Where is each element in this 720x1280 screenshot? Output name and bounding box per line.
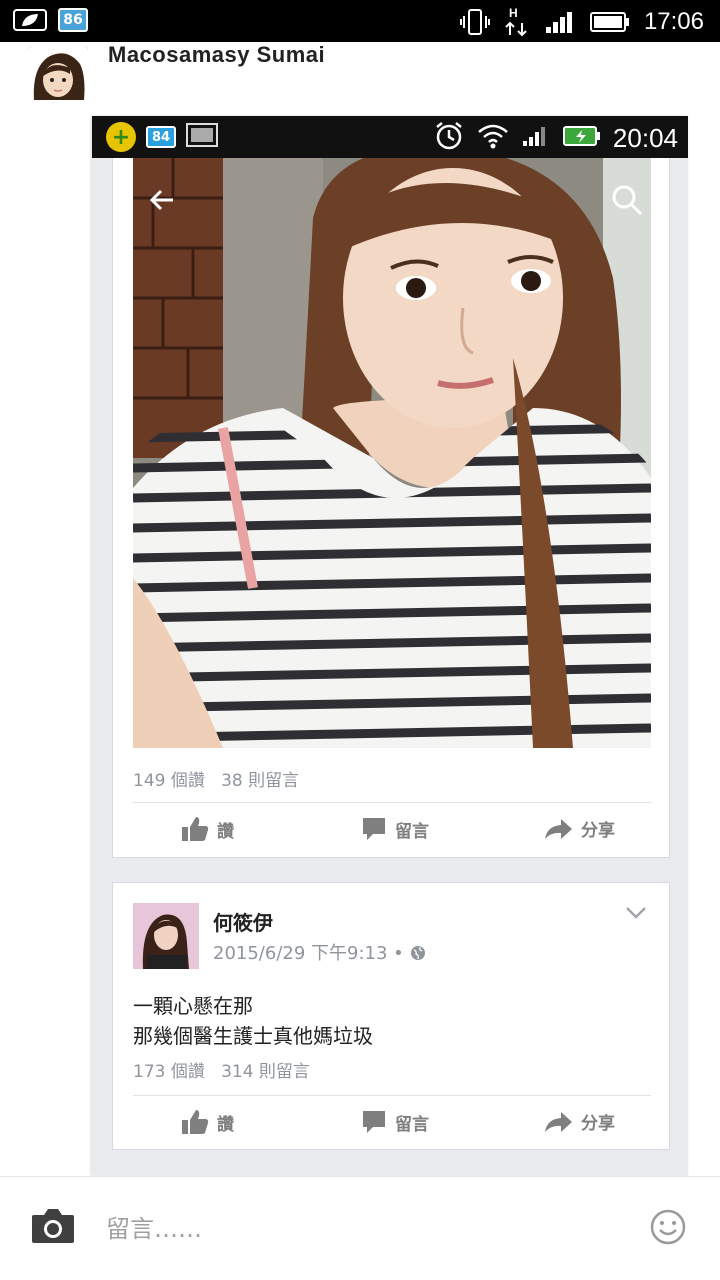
alarm-icon — [433, 120, 465, 156]
battery-icon — [589, 11, 630, 33]
post-text-line: 一顆心懸在那 — [133, 994, 253, 1018]
comment-composer — [0, 1176, 720, 1280]
search-icon[interactable] — [609, 182, 645, 218]
comment-count[interactable]: 314 則留言 — [221, 1062, 310, 1082]
comment-label: 留言 — [395, 1114, 429, 1135]
notification-badge: 84 — [146, 126, 176, 148]
clock: 17:06 — [643, 8, 704, 35]
comment-count[interactable]: 38 則留言 — [221, 771, 299, 791]
share-label: 分享 — [581, 1114, 615, 1134]
like-label: 讚 — [217, 821, 234, 842]
post-card: 149 個讚 38 則留言 讚 留言 分享 — [112, 158, 670, 858]
commenter-name[interactable]: Macosamasy Sumai — [108, 42, 325, 68]
divider — [133, 802, 651, 803]
post-text-line: 那幾個醫生護士真他媽垃圾 — [133, 1024, 373, 1048]
comment-label: 留言 — [395, 821, 429, 842]
signal-icon — [521, 124, 551, 152]
post-photo[interactable] — [133, 158, 651, 748]
share-button[interactable]: 分享 — [543, 816, 615, 841]
leaf-icon — [12, 8, 48, 32]
globe-icon — [410, 946, 425, 960]
camera-icon[interactable] — [30, 1207, 76, 1249]
share-arrow-icon — [545, 818, 572, 839]
divider — [133, 1095, 651, 1096]
clock: 20:04 — [612, 122, 678, 153]
like-label: 讚 — [217, 1114, 234, 1135]
notification-badge: 86 — [58, 8, 88, 32]
back-arrow-icon[interactable] — [143, 180, 183, 220]
battery-charging-icon — [562, 125, 601, 151]
comment-input[interactable] — [106, 1207, 606, 1251]
post-body: 一顆心懸在那 那幾個醫生護士真他媽垃圾 — [133, 991, 373, 1051]
emoji-icon[interactable] — [650, 1209, 686, 1249]
chevron-down-icon[interactable] — [625, 905, 647, 924]
share-label: 分享 — [581, 821, 615, 841]
poster-name[interactable]: 何筱伊 — [213, 907, 273, 936]
avatar[interactable] — [28, 46, 88, 100]
share-button[interactable]: 分享 — [543, 1109, 615, 1134]
inner-status-bar: + 84 20:04 — [92, 116, 688, 158]
post-stats: 173 個讚 314 則留言 — [133, 1057, 310, 1082]
screenshot-attachment[interactable]: + 84 20:04 149 個讚 38 則留言 讚 留言 分享 何筱伊 201… — [92, 116, 688, 1176]
post-timestamp[interactable]: 2015/6/29 下午9:13 • — [213, 939, 426, 965]
like-count[interactable]: 173 個讚 — [133, 1062, 205, 1082]
vibrate-icon — [459, 8, 490, 36]
post-stats: 149 個讚 38 則留言 — [133, 766, 299, 791]
avatar[interactable] — [133, 903, 199, 969]
comment-button[interactable]: 留言 — [361, 1109, 429, 1135]
like-count[interactable]: 149 個讚 — [133, 771, 205, 791]
comment-header: Macosamasy Sumai — [0, 42, 720, 118]
signal-icon — [544, 9, 576, 35]
image-icon — [186, 123, 218, 151]
security-app-icon: + — [106, 122, 136, 152]
thumbs-up-icon — [182, 817, 209, 841]
share-arrow-icon — [545, 1111, 572, 1132]
status-bar: 86 H 17:06 — [0, 0, 720, 42]
like-button[interactable]: 讚 — [181, 1109, 234, 1135]
like-button[interactable]: 讚 — [181, 816, 234, 842]
comment-bubble-icon — [363, 1111, 385, 1133]
comment-button[interactable]: 留言 — [361, 816, 429, 842]
thumbs-up-icon — [182, 1110, 209, 1134]
comment-bubble-icon — [363, 818, 385, 840]
wifi-icon — [477, 122, 509, 154]
svg-text:H: H — [509, 6, 518, 20]
data-transfer-icon: H — [504, 5, 530, 39]
post-card: 何筱伊 2015/6/29 下午9:13 • 一顆心懸在那 那幾個醫生護士真他媽… — [112, 882, 670, 1150]
